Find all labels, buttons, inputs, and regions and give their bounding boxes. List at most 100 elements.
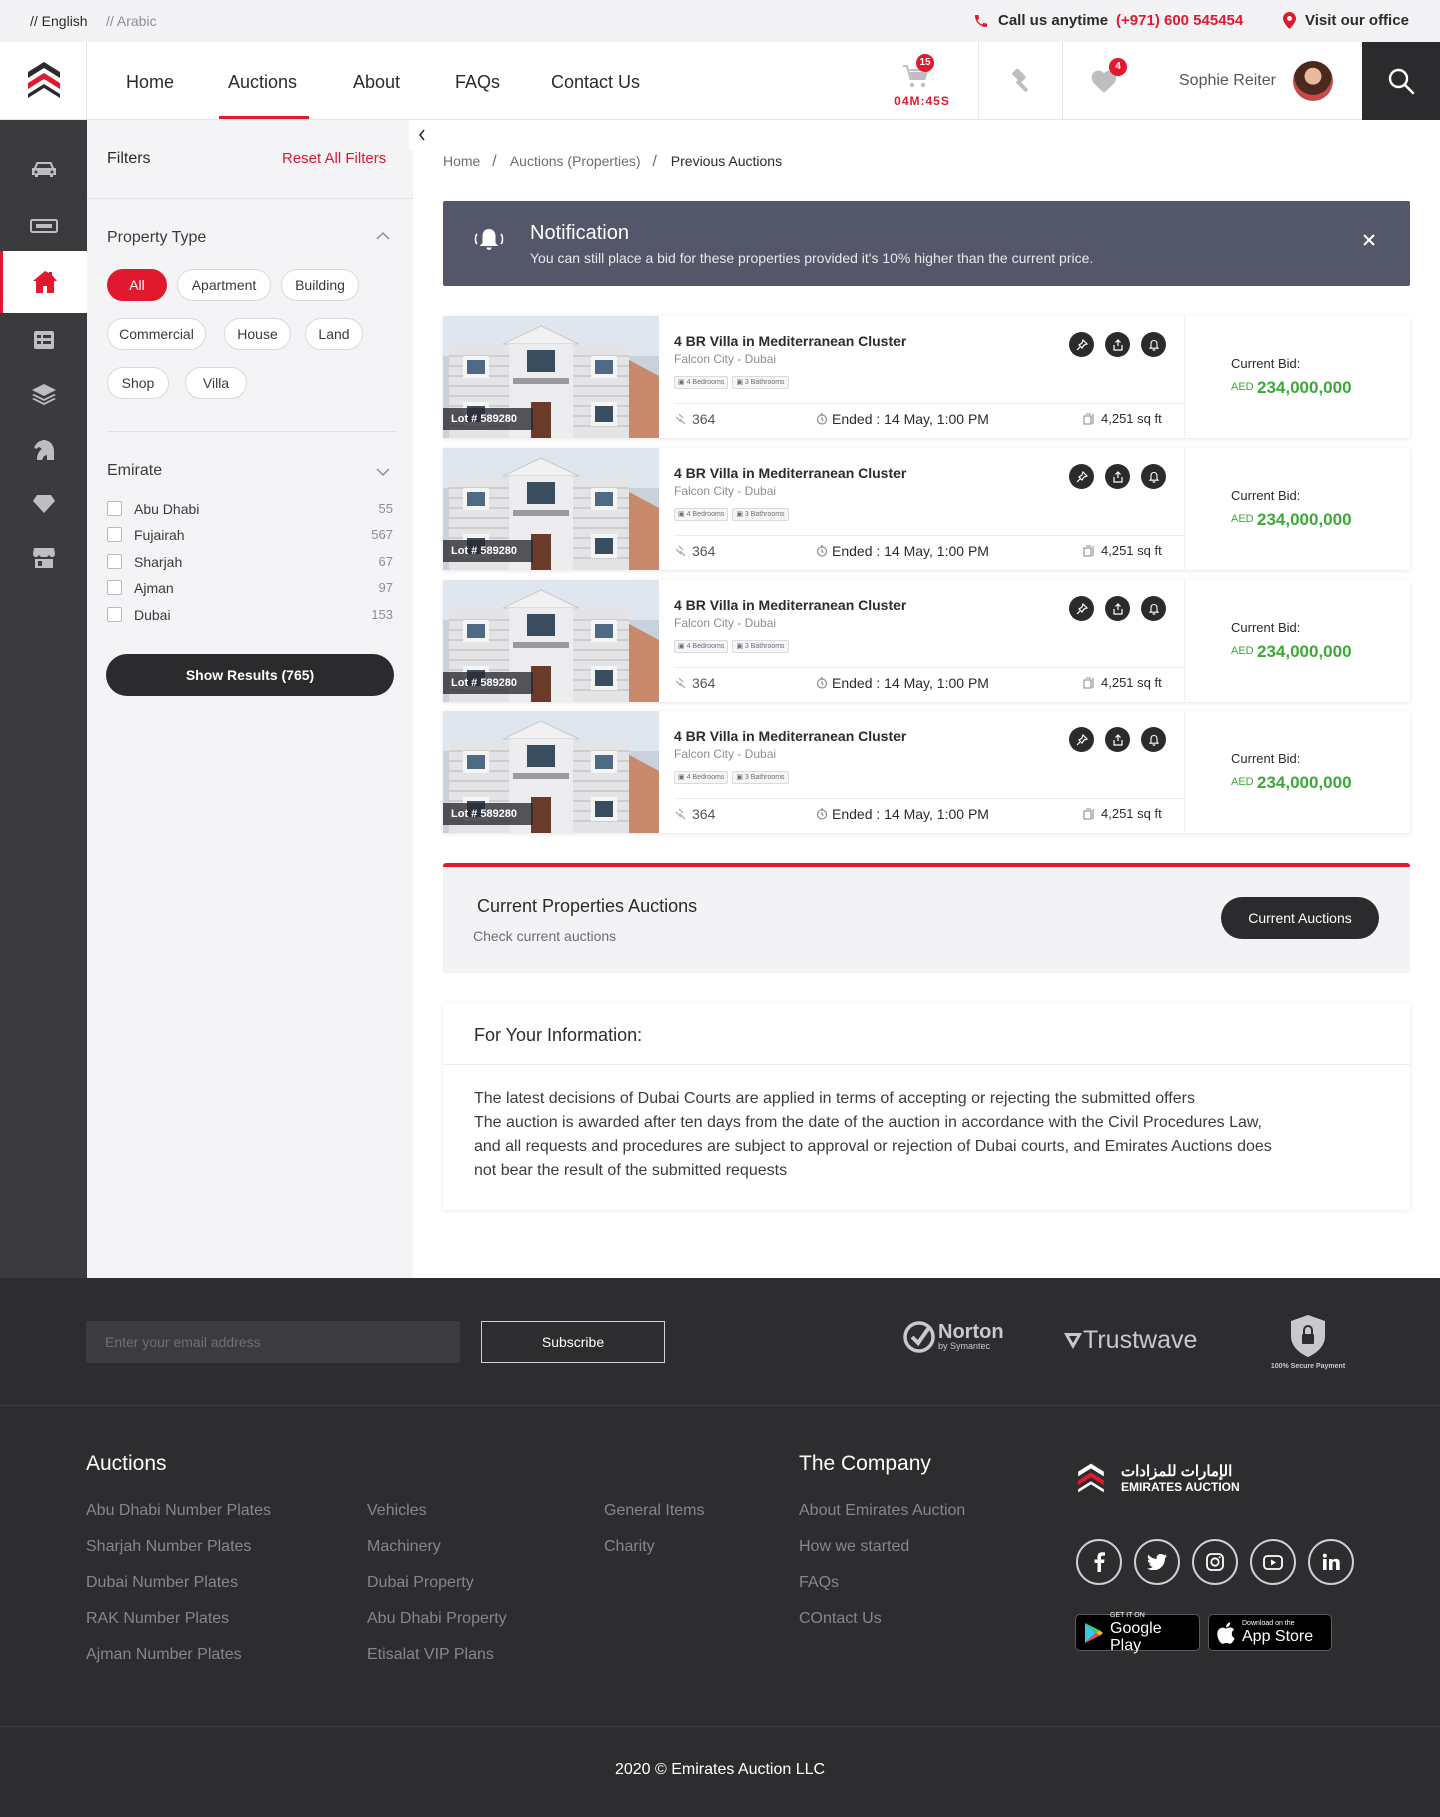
footer-link[interactable]: General Items bbox=[604, 1502, 704, 1520]
checkbox[interactable] bbox=[107, 527, 122, 542]
auction-gavel-icon[interactable] bbox=[1006, 66, 1034, 94]
chip-building[interactable]: Building bbox=[281, 269, 359, 301]
language-arabic-link[interactable]: // Arabic bbox=[106, 13, 157, 29]
listing-title[interactable]: 4 BR Villa in Mediterranean Cluster bbox=[674, 597, 906, 613]
emirate-option[interactable]: Dubai 153 bbox=[107, 605, 393, 625]
linkedin-icon[interactable] bbox=[1308, 1539, 1354, 1585]
share-icon[interactable] bbox=[1105, 727, 1130, 752]
search-button[interactable] bbox=[1362, 42, 1440, 120]
bell-icon[interactable] bbox=[1141, 332, 1166, 357]
emirate-option[interactable]: Ajman 97 bbox=[107, 578, 393, 598]
footer-link[interactable]: RAK Number Plates bbox=[86, 1610, 229, 1628]
rail-jewelry[interactable] bbox=[0, 474, 87, 534]
footer-link[interactable]: Charity bbox=[604, 1538, 655, 1556]
listing-title[interactable]: 4 BR Villa in Mediterranean Cluster bbox=[674, 333, 906, 349]
collapse-filters-button[interactable] bbox=[409, 120, 435, 150]
property-photo[interactable]: Lot # 589280 bbox=[443, 580, 659, 702]
emirate-title[interactable]: Emirate bbox=[107, 462, 162, 480]
property-photo[interactable]: Lot # 589280 bbox=[443, 711, 659, 833]
footer-link[interactable]: COntact Us bbox=[799, 1610, 882, 1628]
visit-office-link[interactable]: Visit our office bbox=[1283, 12, 1409, 29]
bell-icon[interactable] bbox=[1141, 727, 1166, 752]
emirates-auction-logo[interactable] bbox=[24, 60, 64, 100]
rail-properties[interactable] bbox=[0, 251, 87, 313]
property-photo[interactable]: Lot # 589280 bbox=[443, 316, 659, 438]
chip-all[interactable]: All bbox=[107, 269, 167, 301]
chevron-down-icon[interactable] bbox=[376, 468, 390, 477]
checkbox[interactable] bbox=[107, 580, 122, 595]
listing-title[interactable]: 4 BR Villa in Mediterranean Cluster bbox=[674, 465, 906, 481]
emirate-option[interactable]: Abu Dhabi 55 bbox=[107, 499, 393, 519]
pin-icon[interactable] bbox=[1069, 596, 1094, 621]
footer-link[interactable]: Vehicles bbox=[367, 1502, 427, 1520]
listing-card[interactable]: Lot # 589280 4 BR Villa in Mediterranean … bbox=[443, 448, 1410, 570]
bell-icon[interactable] bbox=[1141, 596, 1166, 621]
chip-house[interactable]: House bbox=[224, 318, 291, 350]
pin-icon[interactable] bbox=[1069, 332, 1094, 357]
rail-number-plates[interactable] bbox=[0, 196, 87, 256]
listing-card[interactable]: Lot # 589280 4 BR Villa in Mediterranean … bbox=[443, 316, 1410, 438]
user-name[interactable]: Sophie Reiter bbox=[1179, 72, 1276, 90]
breadcrumb-home[interactable]: Home bbox=[443, 153, 480, 169]
app-store-button[interactable]: Download on the App Store bbox=[1208, 1614, 1332, 1651]
nav-about[interactable]: About bbox=[353, 72, 400, 93]
pin-icon[interactable] bbox=[1069, 464, 1094, 489]
footer-link[interactable]: Ajman Number Plates bbox=[86, 1646, 242, 1664]
footer-link[interactable]: Abu Dhabi Number Plates bbox=[86, 1502, 271, 1520]
twitter-icon[interactable] bbox=[1134, 1539, 1180, 1585]
listing-title[interactable]: 4 BR Villa in Mediterranean Cluster bbox=[674, 728, 906, 744]
footer-link[interactable]: Dubai Property bbox=[367, 1574, 474, 1592]
share-icon[interactable] bbox=[1105, 596, 1130, 621]
emirate-option[interactable]: Sharjah 67 bbox=[107, 552, 393, 572]
chip-shop[interactable]: Shop bbox=[107, 367, 169, 399]
rail-horses[interactable] bbox=[0, 420, 87, 480]
footer-link[interactable]: How we started bbox=[799, 1538, 909, 1556]
rail-general-items[interactable] bbox=[0, 310, 87, 370]
share-icon[interactable] bbox=[1105, 332, 1130, 357]
footer-link[interactable]: About Emirates Auction bbox=[799, 1502, 965, 1520]
property-photo[interactable]: Lot # 589280 bbox=[443, 448, 659, 570]
current-auctions-button[interactable]: Current Auctions bbox=[1221, 897, 1379, 939]
wishlist-button[interactable]: 4 bbox=[1090, 58, 1127, 94]
rail-shops[interactable] bbox=[0, 528, 87, 588]
property-type-title[interactable]: Property Type bbox=[107, 229, 206, 247]
facebook-icon[interactable] bbox=[1076, 1539, 1122, 1585]
chip-apartment[interactable]: Apartment bbox=[177, 269, 271, 301]
chip-villa[interactable]: Villa bbox=[185, 367, 247, 399]
show-results-button[interactable]: Show Results (765) bbox=[106, 654, 394, 696]
nav-home[interactable]: Home bbox=[126, 72, 174, 93]
chevron-up-icon[interactable] bbox=[376, 231, 390, 240]
share-icon[interactable] bbox=[1105, 464, 1130, 489]
footer-link[interactable]: Etisalat VIP Plans bbox=[367, 1646, 494, 1664]
nav-faqs[interactable]: FAQs bbox=[455, 72, 500, 93]
google-play-button[interactable]: GET IT ON Google Play bbox=[1075, 1612, 1200, 1654]
emirate-option[interactable]: Fujairah 567 bbox=[107, 525, 393, 545]
youtube-icon[interactable] bbox=[1250, 1539, 1296, 1585]
nav-auctions[interactable]: Auctions bbox=[228, 72, 297, 93]
footer-link[interactable]: Dubai Number Plates bbox=[86, 1574, 238, 1592]
rail-layers[interactable] bbox=[0, 364, 87, 424]
listing-card[interactable]: Lot # 589280 4 BR Villa in Mediterranean … bbox=[443, 580, 1410, 702]
footer-link[interactable]: Abu Dhabi Property bbox=[367, 1610, 507, 1628]
nav-contact-us[interactable]: Contact Us bbox=[551, 72, 640, 93]
listing-card[interactable]: Lot # 589280 4 BR Villa in Mediterranean … bbox=[443, 711, 1410, 833]
chip-commercial[interactable]: Commercial bbox=[107, 318, 206, 350]
chip-land[interactable]: Land bbox=[305, 318, 363, 350]
phone-number[interactable]: (+971) 600 545454 bbox=[1116, 12, 1243, 29]
footer-brand-logo[interactable]: الإمارات للمزادات EMIRATES AUCTION bbox=[1075, 1458, 1240, 1498]
avatar[interactable] bbox=[1293, 61, 1333, 101]
checkbox[interactable] bbox=[107, 607, 122, 622]
cart-button[interactable]: 15 04M:45S bbox=[882, 52, 962, 112]
footer-link[interactable]: Sharjah Number Plates bbox=[86, 1538, 251, 1556]
rail-vehicles[interactable] bbox=[0, 139, 87, 199]
call-us[interactable]: Call us anytime (+971) 600 545454 bbox=[973, 12, 1243, 29]
breadcrumb-auctions-properties[interactable]: Auctions (Properties) bbox=[510, 153, 641, 169]
bell-icon[interactable] bbox=[1141, 464, 1166, 489]
checkbox[interactable] bbox=[107, 501, 122, 516]
subscribe-button[interactable]: Subscribe bbox=[481, 1321, 665, 1363]
instagram-icon[interactable] bbox=[1192, 1539, 1238, 1585]
reset-filters-link[interactable]: Reset All Filters bbox=[282, 150, 386, 167]
language-english-link[interactable]: // English bbox=[30, 13, 88, 29]
close-icon[interactable] bbox=[1363, 234, 1375, 246]
footer-link[interactable]: FAQs bbox=[799, 1574, 839, 1592]
